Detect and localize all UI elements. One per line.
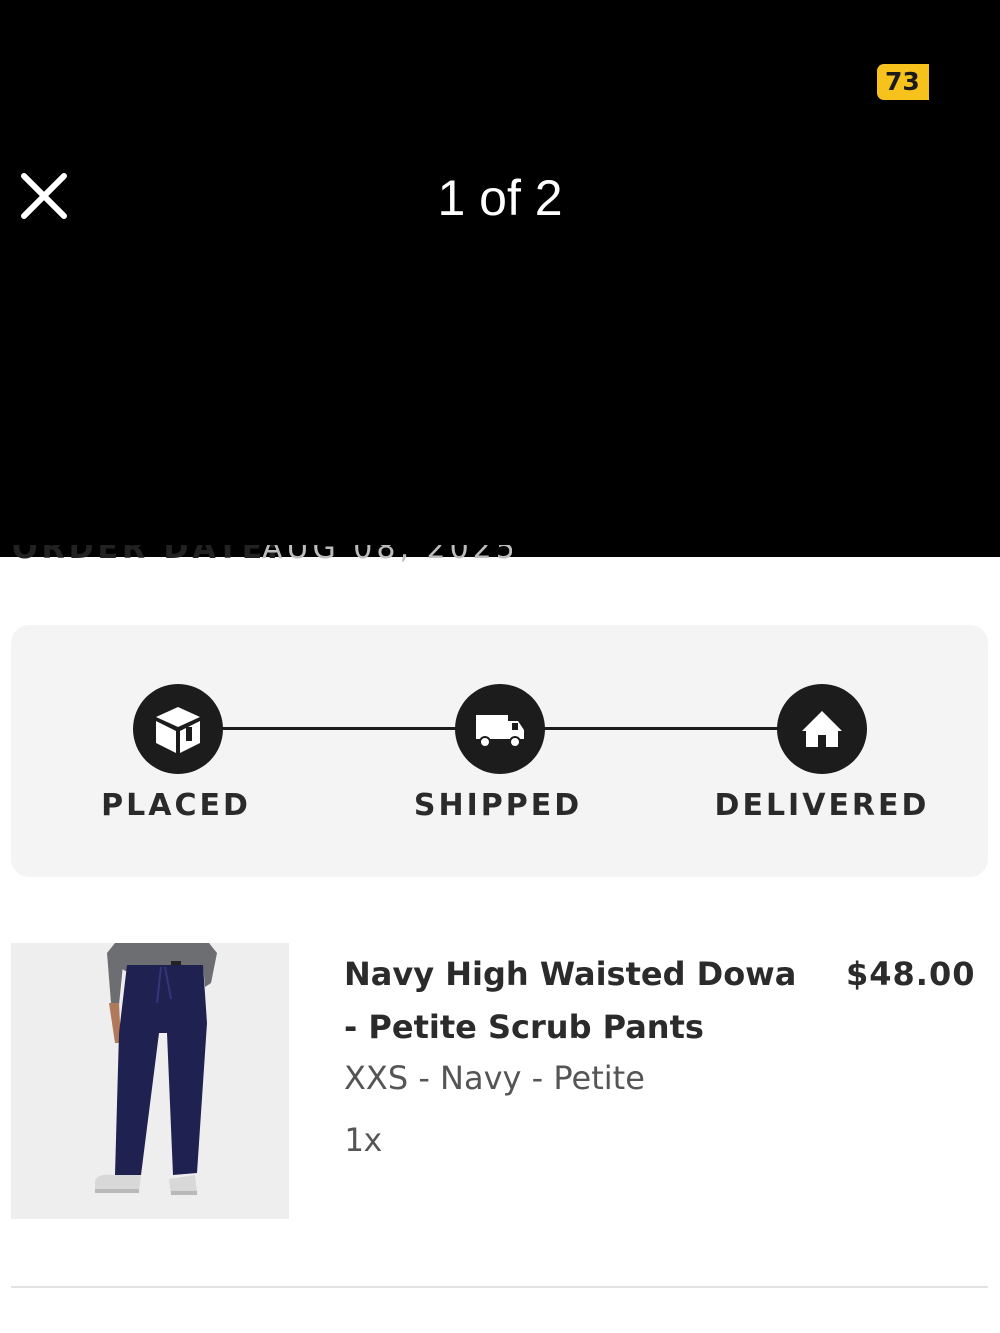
product-variant: XXS - Navy - Petite xyxy=(344,1059,645,1097)
step-label-shipped: SHIPPED xyxy=(413,788,583,823)
order-date-value: AUG 08, 2025 xyxy=(262,545,512,566)
truck-icon xyxy=(476,715,524,748)
step-shipped-circle xyxy=(455,684,545,774)
scrub-pants-photo xyxy=(11,943,289,1219)
step-label-delivered: DELIVERED xyxy=(714,788,930,823)
house-icon xyxy=(802,711,842,747)
product-price: $48.00 xyxy=(846,955,976,993)
step-label-placed: PLACED xyxy=(101,788,251,823)
order-date-label: ORDER DATE: xyxy=(12,545,283,566)
step-placed-circle xyxy=(133,684,223,774)
notification-badge: 73 xyxy=(877,64,929,100)
product-title-line1: Navy High Waisted Dowa xyxy=(344,955,797,993)
section-divider xyxy=(11,1286,988,1288)
product-quantity: 1x xyxy=(344,1121,383,1159)
order-date: ORDER DATE: AUG 08, 2025 xyxy=(12,545,512,569)
product-title-line2: - Petite Scrub Pants xyxy=(344,1008,704,1046)
product-image[interactable] xyxy=(11,943,289,1219)
product-title[interactable]: Navy High Waisted Dowa - Petite Scrub Pa… xyxy=(344,948,824,1054)
photo-viewer-overlay xyxy=(0,0,1000,557)
page-counter: 1 of 2 xyxy=(437,170,563,226)
step-delivered-circle xyxy=(777,684,867,774)
box-icon xyxy=(156,707,200,753)
